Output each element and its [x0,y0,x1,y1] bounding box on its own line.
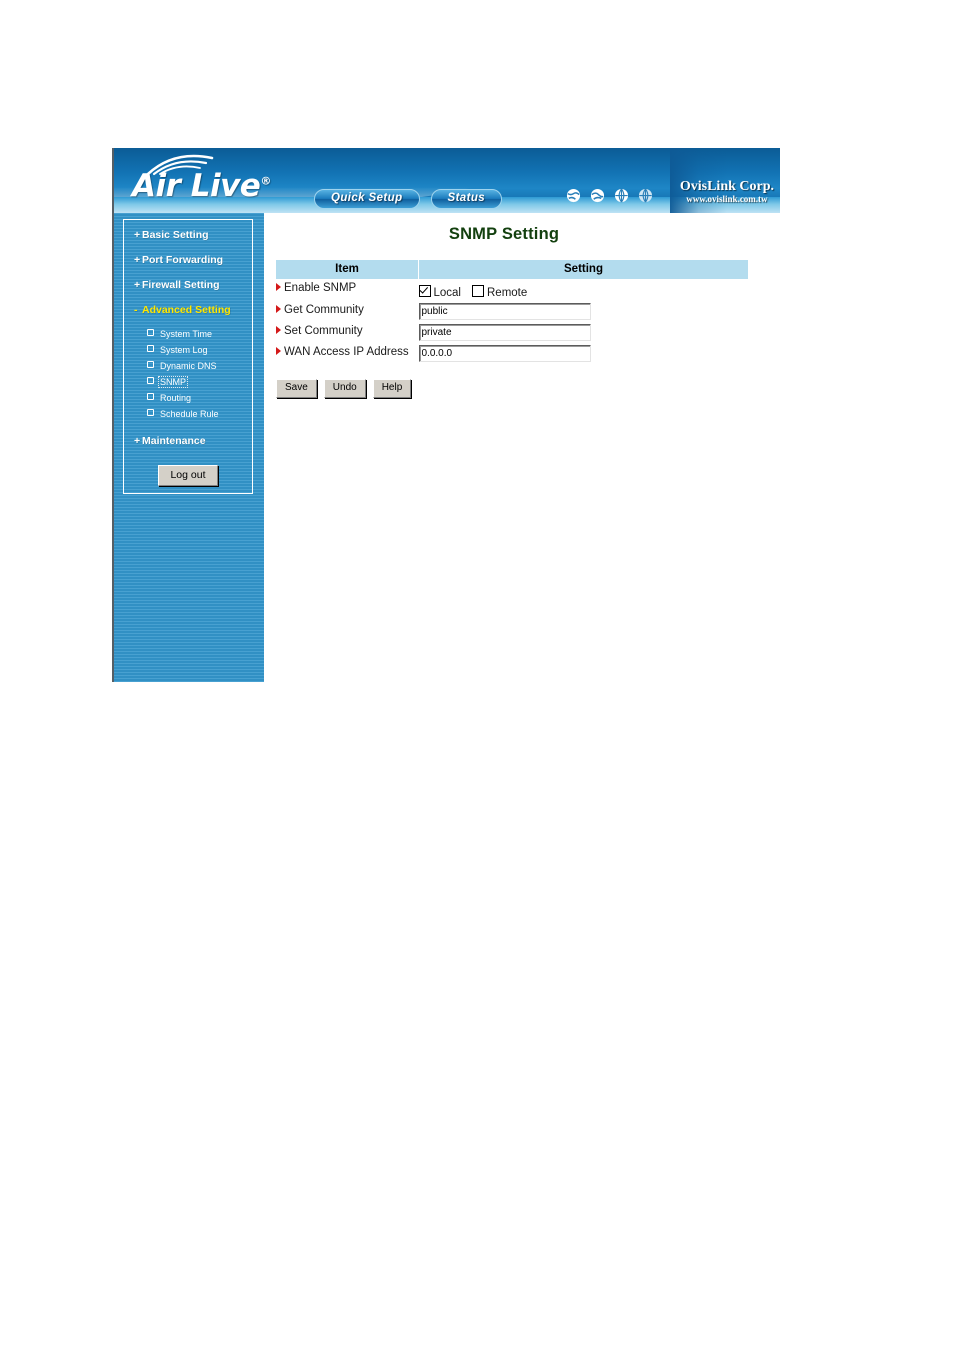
logout-container: Log out [124,465,252,486]
set-community-input[interactable] [418,324,591,341]
row-label: Set Community [284,325,363,337]
local-checkbox-label: Local [433,287,462,299]
sidebar-item-dynamic-dns[interactable]: Dynamic DNS [124,361,252,371]
registered-mark-icon: ® [260,174,271,188]
square-bullet-icon [147,393,154,400]
sidebar-item-label: Maintenance [142,435,206,447]
remote-checkbox[interactable] [472,285,484,297]
menu-spacer [124,425,252,435]
table-row-wan-access-ip: WAN Access IP Address [276,343,748,364]
sidebar-item-advanced-setting[interactable]: - Advanced Setting [124,304,252,316]
sidebar-subitem-label: Routing [160,393,192,403]
page-canvas: Air Live® Quick Setup Status OvisLink Co… [0,0,954,1350]
sidebar-item-schedule-rule[interactable]: Schedule Rule [124,409,252,419]
sidebar-item-snmp[interactable]: SNMP [124,376,252,388]
brand-text: Air Live [132,168,261,204]
row-value-cell [418,343,749,364]
sidebar-item-basic-setting[interactable]: + Basic Setting [124,229,252,241]
square-bullet-icon [147,409,154,416]
corporate-url: www.ovislink.com.tw [686,193,768,204]
table-row-enable-snmp: Enable SNMP Local Remote [276,279,748,301]
globe-icon-1[interactable] [566,188,581,203]
row-label-cell: Set Community [276,322,419,343]
column-header-setting: Setting [418,260,748,279]
sidebar-subitem-label: System Time [160,329,213,339]
row-value-cell: Local Remote [418,279,749,301]
row-label: WAN Access IP Address [284,346,409,358]
sidebar-item-label: Firewall Setting [142,279,220,291]
sidebar-subitem-label: SNMP [157,376,189,388]
table-row-get-community: Get Community [276,301,748,322]
row-value-cell [418,322,749,343]
sidebar-item-system-time[interactable]: System Time [124,329,252,339]
globe-icon-2[interactable] [590,188,605,203]
expand-plus-icon: + [134,279,141,291]
corporate-branding: OvisLink Corp. www.ovislink.com.tw [679,179,774,204]
row-label: Enable SNMP [284,282,357,294]
sidebar-menu: + Basic Setting + Port Forwarding + Firewal… [123,219,253,494]
corporate-name: OvisLink Corp. [679,179,774,194]
sidebar-item-label: Advanced Setting [142,304,231,316]
sidebar-subitem-label: Schedule Rule [160,409,219,419]
expand-plus-icon: + [134,229,141,241]
airlive-logo: Air Live® [128,154,318,206]
globe-icon-group [566,188,653,203]
expand-plus-icon: + [134,254,141,266]
wan-access-ip-input[interactable] [418,345,591,362]
sidebar-item-routing[interactable]: Routing [124,393,252,403]
sidebar-item-port-forwarding[interactable]: + Port Forwarding [124,254,252,266]
app-body: + Basic Setting + Port Forwarding + Firewal… [114,213,780,682]
square-bullet-icon [147,361,154,368]
quick-setup-button[interactable]: Quick Setup [314,189,420,209]
sidebar: + Basic Setting + Port Forwarding + Firewal… [114,213,264,682]
table-row-set-community: Set Community [276,322,748,343]
get-community-input[interactable] [418,303,591,320]
red-triangle-icon [276,326,281,334]
sidebar-item-label: Basic Setting [142,229,209,241]
enable-snmp-checkbox-group: Local Remote [418,281,749,299]
save-button[interactable]: Save [276,379,317,398]
header-nav: Quick Setup Status [314,189,503,209]
globe-icon-3[interactable] [614,188,629,203]
red-triangle-icon [276,305,281,313]
row-label-cell: Enable SNMP [276,279,419,301]
remote-checkbox-label: Remote [487,287,528,299]
help-button[interactable]: Help [372,379,412,398]
square-bullet-icon [147,377,154,384]
snmp-settings-table: Item Setting Enable SNMP Local Remote Ge… [276,260,748,364]
red-triangle-icon [276,283,281,291]
column-header-item: Item [276,260,419,279]
row-label-cell: WAN Access IP Address [276,343,419,364]
sidebar-subitem-label: System Log [160,345,208,355]
row-value-cell [418,301,749,322]
square-bullet-icon [147,345,154,352]
collapse-minus-icon: - [134,304,138,316]
sidebar-item-firewall-setting[interactable]: + Firewall Setting [124,279,252,291]
table-header-row: Item Setting [276,260,748,279]
square-bullet-icon [147,329,154,336]
sidebar-item-label: Port Forwarding [142,254,224,266]
red-triangle-icon [276,347,281,355]
row-label: Get Community [284,304,364,316]
local-checkbox[interactable] [418,285,431,297]
sidebar-subitem-label: Dynamic DNS [160,361,217,371]
router-admin-window: Air Live® Quick Setup Status OvisLink Co… [112,148,780,682]
row-label-cell: Get Community [276,301,419,322]
status-button[interactable]: Status [430,189,503,209]
table-body: Enable SNMP Local Remote Get Community p… [276,279,748,364]
logout-button[interactable]: Log out [158,465,218,486]
sidebar-item-system-log[interactable]: System Log [124,345,252,355]
expand-plus-icon: + [134,435,141,447]
globe-icon-4[interactable] [638,188,653,203]
page-title: SNMP Setting [448,225,560,243]
sidebar-item-maintenance[interactable]: + Maintenance [124,435,252,447]
undo-button[interactable]: Undo [323,379,366,398]
action-buttons: Save Undo Help [276,379,780,398]
app-header: Air Live® Quick Setup Status OvisLink Co… [114,148,780,213]
main-content: SNMP Setting Item Setting Enable SNMP Lo… [264,213,780,682]
brand-wordmark: Air Live® [132,168,271,204]
table-head: Item Setting [276,260,748,279]
